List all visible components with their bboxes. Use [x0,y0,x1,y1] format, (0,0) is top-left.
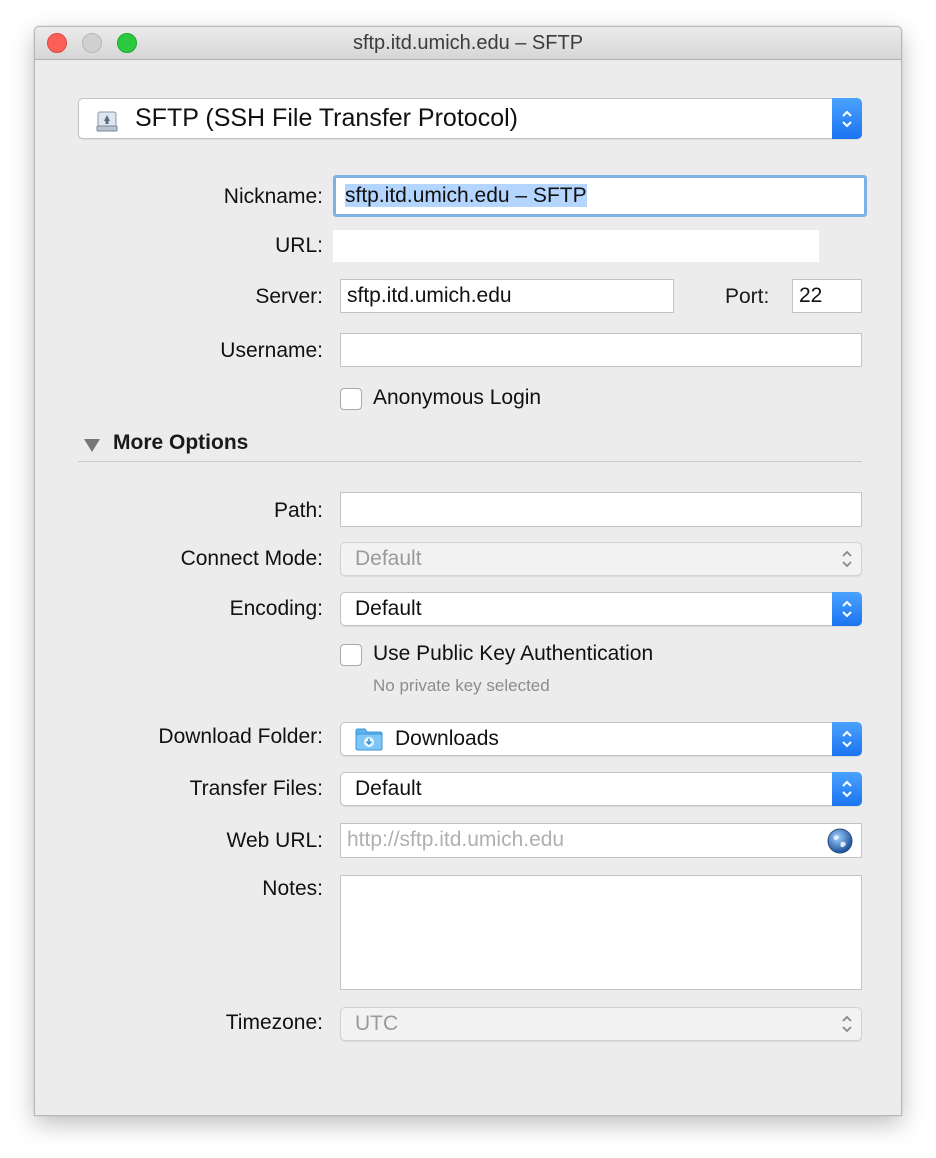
globe-icon[interactable] [827,828,853,857]
timezone-popup[interactable]: UTC [340,1007,862,1041]
chevron-updown-icon [842,110,852,127]
protocol-stepper[interactable] [832,98,862,139]
web-url-field[interactable]: http://sftp.itd.umich.edu [340,823,862,858]
transfer-files-stepper[interactable] [832,772,862,806]
disclosure-triangle-icon[interactable] [83,437,101,458]
title-bar[interactable]: sftp.itd.umich.edu – SFTP [35,27,901,60]
path-label: Path: [273,499,323,522]
connect-mode-popup[interactable]: Default [340,542,862,576]
private-key-hint: No private key selected [373,676,550,695]
protocol-label: SFTP (SSH File Transfer Protocol) [135,104,518,132]
username-field[interactable] [340,333,862,367]
download-folder-value: Downloads [395,727,499,750]
public-key-label[interactable]: Use Public Key Authentication [373,642,653,666]
transfer-files-label: Transfer Files: [189,777,323,800]
download-folder-popup[interactable]: Downloads [340,722,862,756]
encoding-stepper[interactable] [832,592,862,626]
drive-icon [95,106,119,145]
port-label: Port: [725,285,770,308]
encoding-value: Default [355,597,422,620]
chevron-updown-icon [842,730,852,748]
nickname-value: sftp.itd.umich.edu – SFTP [345,184,587,207]
download-folder-stepper[interactable] [832,722,862,756]
url-field[interactable] [333,230,819,262]
chevron-updown-icon [842,550,852,568]
port-field[interactable]: 22 [792,279,862,313]
web-url-label: Web URL: [226,829,323,852]
server-field[interactable]: sftp.itd.umich.edu [340,279,674,313]
server-label: Server: [255,285,323,308]
web-url-placeholder: http://sftp.itd.umich.edu [347,828,565,851]
timezone-value: UTC [355,1012,399,1035]
more-options-title[interactable]: More Options [113,431,248,455]
encoding-label: Encoding: [229,597,323,620]
encoding-popup[interactable]: Default [340,592,862,626]
username-label: Username: [220,339,323,362]
section-divider [78,461,862,462]
timezone-label: Timezone: [225,1011,323,1034]
url-label: URL: [275,234,323,257]
chevron-updown-icon [842,780,852,798]
protocol-popup[interactable]: SFTP (SSH File Transfer Protocol) [78,98,862,139]
notes-label: Notes: [262,877,323,900]
public-key-checkbox[interactable] [340,644,362,666]
timezone-stepper [832,1007,862,1041]
connect-mode-stepper [832,542,862,576]
download-folder-label: Download Folder: [158,725,323,748]
path-field[interactable] [340,492,862,527]
downloads-folder-icon [355,727,383,761]
transfer-files-popup[interactable]: Default [340,772,862,806]
nickname-field[interactable]: sftp.itd.umich.edu – SFTP [333,175,867,217]
chevron-updown-icon [842,1015,852,1033]
chevron-updown-icon [842,600,852,618]
transfer-files-value: Default [355,777,422,800]
anonymous-login-label[interactable]: Anonymous Login [373,386,541,410]
anonymous-login-checkbox[interactable] [340,388,362,410]
bookmark-window: sftp.itd.umich.edu – SFTP SFTP (SSH File… [34,26,902,1116]
nickname-label: Nickname: [223,185,323,208]
notes-field[interactable] [340,875,862,990]
connect-mode-value: Default [355,547,422,570]
connect-mode-label: Connect Mode: [180,547,323,570]
window-title: sftp.itd.umich.edu – SFTP [352,32,584,54]
